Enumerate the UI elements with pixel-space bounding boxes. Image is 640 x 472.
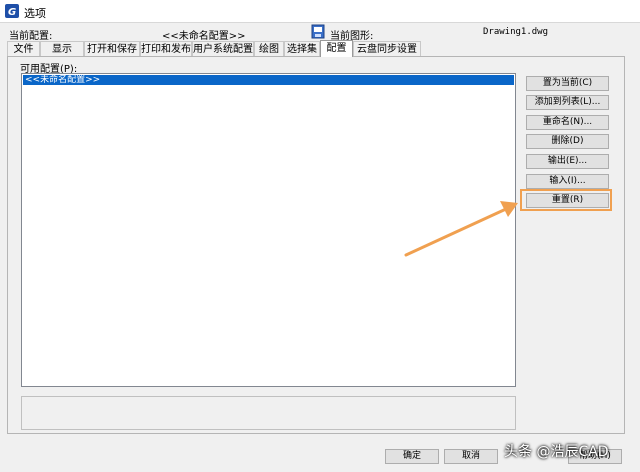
- tab-selection[interactable]: 选择集: [284, 41, 320, 56]
- tab-display[interactable]: 显示: [40, 41, 84, 56]
- tab-drafting[interactable]: 绘图: [254, 41, 284, 56]
- tab-user-preferences[interactable]: 用户系统配置: [192, 41, 254, 56]
- cancel-button[interactable]: 取消: [444, 449, 498, 464]
- rename-button[interactable]: 重命名(N)...: [526, 115, 609, 130]
- app-icon: G: [5, 4, 19, 18]
- svg-text:G: G: [8, 7, 16, 18]
- tab-profiles[interactable]: 配置: [320, 40, 353, 57]
- tab-cloud-sync[interactable]: 云盘同步设置: [353, 41, 421, 56]
- ok-button[interactable]: 确定: [385, 449, 439, 464]
- set-current-button[interactable]: 置为当前(C): [526, 76, 609, 91]
- title-bar: G 选项: [0, 0, 640, 22]
- watermark: 头条 @浩辰CAD: [504, 444, 609, 460]
- list-item[interactable]: <<未命名配置>>: [23, 75, 514, 85]
- tab-files[interactable]: 文件: [7, 41, 40, 56]
- current-profile-value: <<未命名配置>>: [162, 31, 246, 42]
- tab-open-save[interactable]: 打开和保存: [84, 41, 140, 56]
- drawing-file-icon: [311, 24, 325, 39]
- annotation-arrow-icon: [404, 201, 518, 257]
- delete-button[interactable]: 删除(D): [526, 134, 609, 149]
- tab-plot-publish[interactable]: 打印和发布: [140, 41, 192, 56]
- profile-description-box: [21, 396, 516, 430]
- import-button[interactable]: 输入(I)...: [526, 174, 609, 189]
- window-title: 选项: [24, 7, 46, 20]
- current-drawing-value: Drawing1.dwg: [483, 27, 549, 37]
- current-profile-label: 当前配置:: [9, 31, 53, 42]
- reset-highlight-box: [520, 189, 612, 211]
- export-button[interactable]: 输出(E)...: [526, 154, 609, 169]
- add-to-list-button[interactable]: 添加到列表(L)...: [526, 95, 609, 110]
